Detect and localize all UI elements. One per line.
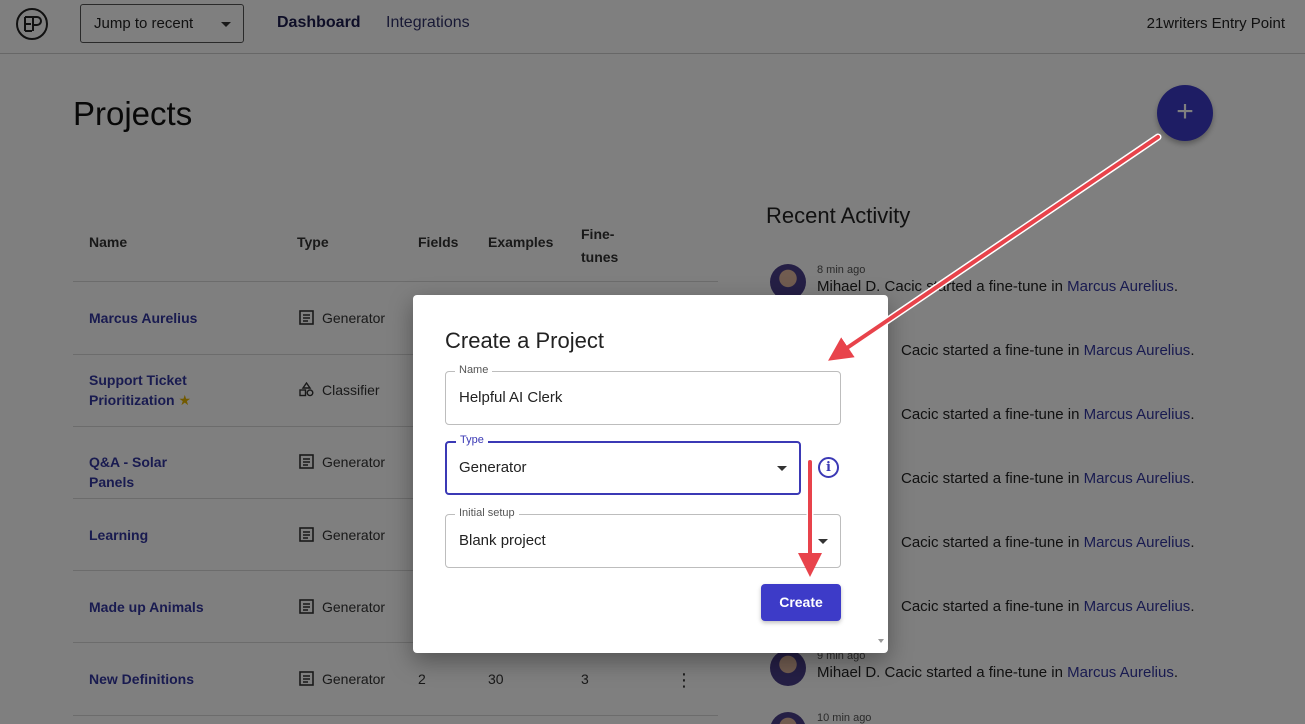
chevron-down-icon: [777, 466, 787, 471]
create-button[interactable]: Create: [761, 584, 841, 621]
project-name-field[interactable]: Name Helpful AI Clerk: [445, 364, 841, 425]
type-field-label: Type: [456, 434, 488, 446]
dialog-scrollbar[interactable]: [878, 303, 884, 643]
name-field-value: Helpful AI Clerk: [459, 389, 563, 406]
type-field-value: Generator: [459, 459, 527, 476]
chevron-down-icon: [818, 539, 828, 544]
name-field-label: Name: [455, 364, 493, 376]
setup-field-value: Blank project: [459, 532, 546, 549]
setup-field-label: Initial setup: [455, 507, 519, 519]
project-type-select[interactable]: Type Generator: [445, 434, 801, 495]
scroll-down-icon[interactable]: [878, 639, 884, 643]
initial-setup-select[interactable]: Initial setup Blank project: [445, 507, 841, 568]
dialog-title: Create a Project: [445, 328, 604, 353]
create-project-dialog: Create a Project Name Helpful AI Clerk T…: [413, 295, 888, 653]
info-icon[interactable]: i: [818, 457, 839, 478]
